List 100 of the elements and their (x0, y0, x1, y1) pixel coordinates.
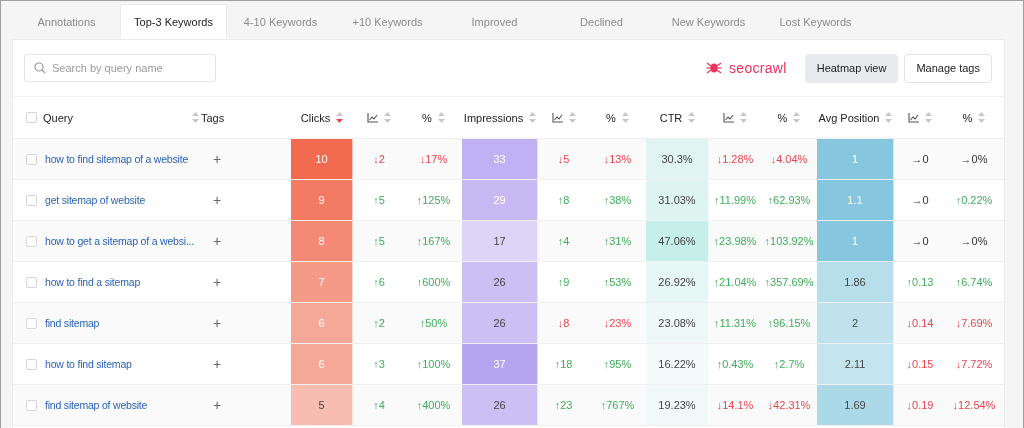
add-tag-button[interactable]: + (211, 233, 224, 249)
table-cell-text: ↑100% (415, 357, 452, 372)
add-tag-button[interactable]: + (211, 315, 224, 331)
table-cell-text: ↑21.04% (712, 275, 758, 290)
tab[interactable]: +10 Keywords (334, 4, 441, 39)
table-cell: 19.23% (646, 385, 709, 425)
sort-icon[interactable] (336, 112, 344, 123)
query-link[interactable]: find sitemap of website (45, 399, 148, 411)
table-cell-text: ↓13% (602, 152, 633, 167)
checkbox[interactable] (26, 194, 37, 206)
sort-icon[interactable] (978, 112, 986, 123)
table-cell-text: ↑11.99% (713, 193, 757, 208)
table-cell-text: ↑0.13 (905, 275, 935, 290)
table-cell-text: ↓12.54% (951, 398, 997, 413)
table-cell: 6 (291, 303, 353, 343)
table-cell: 1.86 (817, 262, 894, 302)
tab[interactable]: New Keywords (655, 4, 762, 39)
add-tag-button[interactable]: + (211, 192, 224, 208)
column-header: % (606, 111, 616, 124)
table-cell-text: ↑23.98% (712, 234, 758, 249)
table-cell-text: ↑9 (556, 275, 571, 290)
sort-icon[interactable] (885, 112, 893, 123)
spider-icon (706, 61, 723, 75)
query-link[interactable]: find sitemap (45, 317, 100, 329)
sort-icon[interactable] (621, 112, 629, 123)
line-chart-icon (367, 112, 378, 123)
line-chart-icon (723, 112, 734, 123)
checkbox[interactable] (26, 358, 37, 370)
column-header: % (962, 111, 973, 124)
table-cell-text: ↑6.74% (954, 275, 994, 290)
table-cell: 29 (462, 180, 538, 220)
table-cell-text: ↑53% (602, 275, 633, 290)
checkbox[interactable] (26, 112, 37, 123)
sort-icon[interactable] (529, 112, 537, 123)
sort-icon[interactable] (384, 112, 391, 123)
table-cell-text: ↓1.28% (715, 152, 755, 167)
toolbar-button[interactable]: Heatmap view (804, 53, 899, 83)
tab[interactable]: Improved (441, 4, 548, 39)
table-cell-text: ↓8 (556, 316, 571, 331)
tab[interactable]: 4-10 Keywords (227, 4, 334, 39)
table-cell: 6 (291, 344, 353, 384)
table-cell: 1.1 (817, 180, 894, 220)
add-tag-button[interactable]: + (211, 397, 224, 413)
table-cell-text: ↑31% (602, 234, 633, 249)
query-link[interactable]: get sitemap of website (45, 194, 146, 206)
query-link[interactable]: how to find sitemap of a website (45, 153, 188, 165)
table-cell-text: ↓0.15 (905, 357, 935, 372)
sort-icon[interactable] (793, 112, 801, 123)
table-cell-text: ↓0.14 (905, 316, 935, 331)
table-cell-text: ↑5 (372, 193, 386, 208)
column-header: Impressions (463, 111, 524, 124)
table-cell-text: ↑103.92% (763, 234, 815, 249)
tab[interactable]: Declined (548, 4, 655, 39)
table-cell: 33 (462, 139, 538, 179)
checkbox[interactable] (26, 399, 37, 411)
table-cell: 10 (291, 139, 353, 179)
checkbox[interactable] (26, 317, 37, 329)
table-cell-text: ↓23% (602, 316, 633, 331)
table-cell: 37 (462, 344, 538, 384)
table-cell-text: ↓17% (418, 152, 449, 167)
sort-icon[interactable] (437, 112, 445, 123)
sort-icon[interactable] (568, 112, 576, 123)
add-tag-button[interactable]: + (211, 274, 224, 290)
table-cell-text: ↓5 (556, 152, 571, 167)
table-cell-text: ↓14.1% (715, 398, 755, 413)
column-header: % (777, 111, 788, 124)
add-tag-button[interactable]: + (211, 356, 224, 372)
table-cell-text: ↓0.19 (905, 398, 935, 413)
table-cell-text: ↑0.43% (715, 357, 755, 372)
table-cell-text: ↓42.31% (766, 398, 812, 413)
table-cell-text: ↑95% (602, 357, 633, 372)
table-cell-text: →0 (910, 152, 930, 167)
table-cell-text: ↑767% (599, 398, 636, 413)
table-cell-text: ↑3 (372, 357, 386, 372)
tab[interactable]: Annotations (13, 4, 120, 39)
table-cell-text: ↑96.15% (766, 316, 812, 331)
query-link[interactable]: how to find a sitemap (45, 276, 141, 288)
sort-icon[interactable] (688, 112, 696, 123)
sort-icon[interactable] (740, 112, 747, 123)
line-chart-icon (908, 112, 919, 123)
search-field[interactable]: Search by query name (24, 54, 216, 82)
sort-icon[interactable] (192, 112, 199, 123)
table-cell-text: ↓7.69% (954, 316, 994, 331)
checkbox[interactable] (26, 235, 37, 247)
add-tag-button[interactable]: + (211, 151, 224, 167)
table-cell-text: →0% (959, 152, 989, 167)
tab[interactable]: Lost Keywords (762, 4, 869, 39)
checkbox[interactable] (26, 276, 37, 288)
table-cell-text: ↑4 (556, 234, 571, 249)
table-cell: 26.92% (646, 262, 709, 302)
column-header: Clicks (300, 111, 331, 124)
table-cell-text: ↑23 (553, 398, 574, 413)
table-cell-text: ↑2.7% (772, 357, 806, 372)
tab[interactable]: Top-3 Keywords (120, 4, 227, 39)
table-cell: 2.11 (817, 344, 894, 384)
toolbar-button[interactable]: Manage tags (904, 53, 992, 83)
query-link[interactable]: how to find sitemap (45, 358, 132, 370)
checkbox[interactable] (26, 153, 37, 165)
query-link[interactable]: how to get a sitemap of a websi... (45, 235, 195, 247)
sort-icon[interactable] (925, 112, 932, 123)
